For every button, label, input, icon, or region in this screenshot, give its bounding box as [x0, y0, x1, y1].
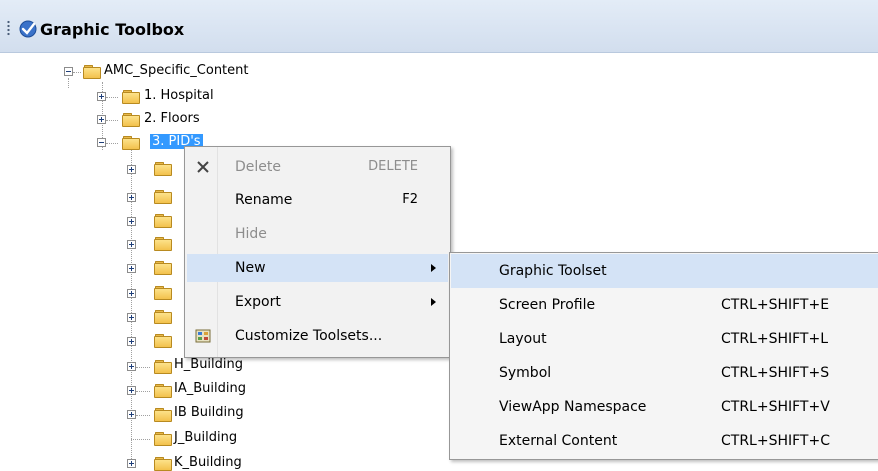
tree-item-j-building[interactable]: J_Building — [174, 430, 237, 445]
folder-icon — [154, 360, 172, 374]
expand-toggle[interactable] — [127, 410, 136, 419]
close-x-icon — [197, 161, 209, 173]
toolbox-check-icon — [19, 20, 37, 38]
folder-icon — [154, 214, 172, 228]
folder-icon — [154, 286, 172, 300]
folder-icon — [154, 384, 172, 398]
folder-icon — [122, 90, 140, 104]
tree-item-root[interactable]: AMC_Specific_Content — [104, 63, 249, 78]
submenu-item-screen-profile[interactable]: Screen Profile CTRL+SHIFT+E — [451, 288, 878, 322]
folder-open-icon — [122, 136, 140, 150]
expand-toggle[interactable] — [127, 217, 136, 226]
folder-open-icon — [83, 65, 101, 79]
expand-toggle[interactable] — [97, 115, 106, 124]
submenu-arrow-icon — [431, 264, 436, 272]
expand-toggle[interactable] — [127, 313, 136, 322]
expand-toggle[interactable] — [127, 362, 136, 371]
folder-icon — [154, 432, 172, 446]
tree-item-h-building[interactable]: H_Building — [174, 357, 243, 372]
expand-toggle[interactable] — [97, 92, 106, 101]
folder-icon — [154, 190, 172, 204]
tree-item-k-building[interactable]: K_Building — [174, 455, 242, 470]
menu-item-customize-toolsets[interactable]: Customize Toolsets... — [187, 322, 448, 350]
expand-toggle[interactable] — [127, 386, 136, 395]
expand-toggle[interactable] — [127, 165, 136, 174]
customize-toolsets-icon — [195, 329, 211, 343]
folder-icon — [154, 310, 172, 324]
tree-item-hospital[interactable]: 1. Hospital — [144, 88, 214, 103]
menu-item-rename[interactable]: Rename F2 — [187, 186, 448, 214]
expand-toggle[interactable] — [127, 264, 136, 273]
expand-toggle[interactable] — [127, 337, 136, 346]
submenu-arrow-icon — [431, 298, 436, 306]
submenu-item-symbol[interactable]: Symbol CTRL+SHIFT+S — [451, 356, 878, 390]
toolbox-header: Graphic Toolbox — [0, 0, 878, 53]
expand-toggle[interactable] — [127, 193, 136, 202]
folder-icon — [154, 408, 172, 422]
context-menu: Delete DELETE Rename F2 Hide New Export … — [184, 146, 451, 358]
submenu-item-graphic-toolset[interactable]: Graphic Toolset — [451, 254, 878, 288]
tree-item-ib-building[interactable]: IB Building — [174, 405, 244, 420]
folder-icon — [154, 457, 172, 471]
tree-item-floors[interactable]: 2. Floors — [144, 111, 200, 126]
tree-guide — [68, 78, 70, 88]
menu-item-hide[interactable]: Hide — [187, 220, 448, 248]
folder-icon — [154, 237, 172, 251]
collapse-toggle[interactable] — [97, 138, 106, 147]
collapse-toggle[interactable] — [64, 67, 73, 76]
folder-icon — [122, 113, 140, 127]
folder-icon — [154, 261, 172, 275]
expand-toggle[interactable] — [127, 240, 136, 249]
submenu-item-layout[interactable]: Layout CTRL+SHIFT+L — [451, 322, 878, 356]
menu-item-export[interactable]: Export — [187, 288, 448, 316]
new-submenu: Graphic Toolset Screen Profile CTRL+SHIF… — [449, 252, 878, 460]
submenu-item-external-content[interactable]: External Content CTRL+SHIFT+C — [451, 424, 878, 458]
grip-handle[interactable] — [7, 20, 10, 36]
folder-icon — [154, 334, 172, 348]
submenu-item-viewapp-namespace[interactable]: ViewApp Namespace CTRL+SHIFT+V — [451, 390, 878, 424]
menu-item-delete[interactable]: Delete DELETE — [187, 153, 448, 181]
menu-item-new[interactable]: New — [187, 254, 448, 282]
tree-item-ia-building[interactable]: IA_Building — [174, 381, 246, 396]
folder-icon — [154, 162, 172, 176]
panel-title: Graphic Toolbox — [40, 20, 185, 39]
expand-toggle[interactable] — [127, 289, 136, 298]
